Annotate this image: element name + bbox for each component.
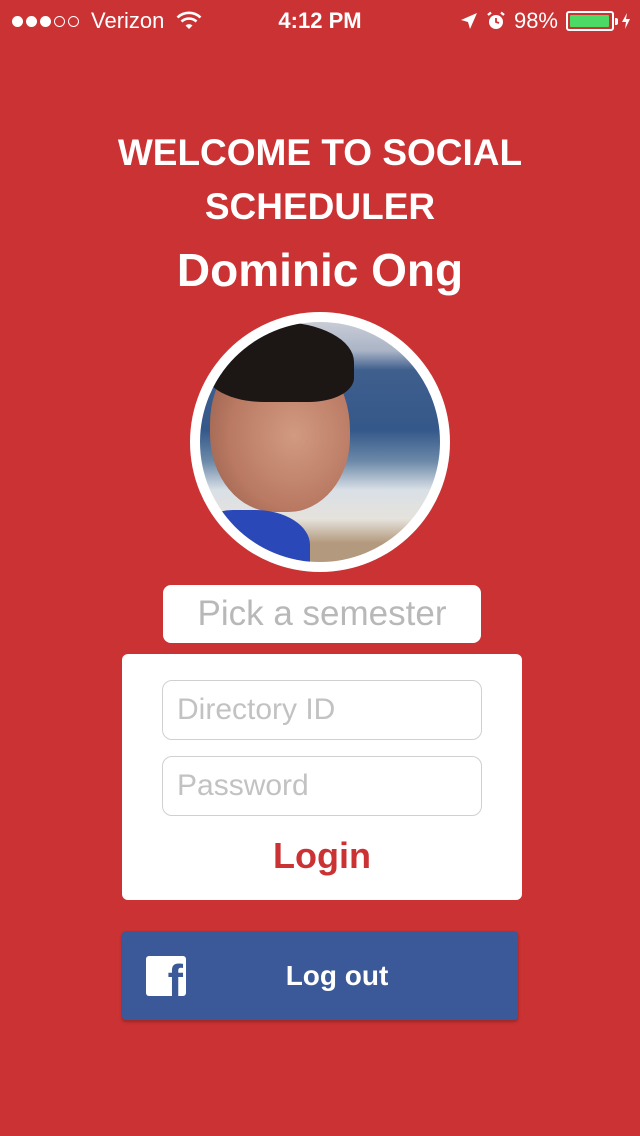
user-name: Dominic Ong xyxy=(176,244,464,296)
alarm-icon xyxy=(487,11,505,29)
facebook-logout-button[interactable]: f Log out xyxy=(122,931,518,1020)
app-screen: Verizon 4:12 PM 98% WELCOME TO SOCIAL SC… xyxy=(0,0,640,1136)
profile-avatar xyxy=(190,312,450,572)
charging-bolt-icon xyxy=(622,13,630,29)
password-input[interactable] xyxy=(162,756,482,816)
semester-picker[interactable]: Pick a semester xyxy=(163,585,481,643)
login-card: Login xyxy=(122,654,522,900)
battery-icon xyxy=(566,11,618,31)
login-button[interactable]: Login xyxy=(122,834,522,878)
battery-level-fill xyxy=(570,15,610,27)
facebook-f-icon: f xyxy=(146,956,186,996)
status-bar: Verizon 4:12 PM 98% xyxy=(0,0,640,40)
location-arrow-icon xyxy=(460,13,477,29)
welcome-title: WELCOME TO SOCIAL SCHEDULER xyxy=(117,132,523,227)
facebook-logout-label: Log out xyxy=(285,960,389,991)
battery-percent: 98% xyxy=(513,8,558,33)
status-bar-right: 98% xyxy=(460,8,630,34)
directory-id-input[interactable] xyxy=(162,680,482,740)
profile-photo xyxy=(200,322,440,562)
